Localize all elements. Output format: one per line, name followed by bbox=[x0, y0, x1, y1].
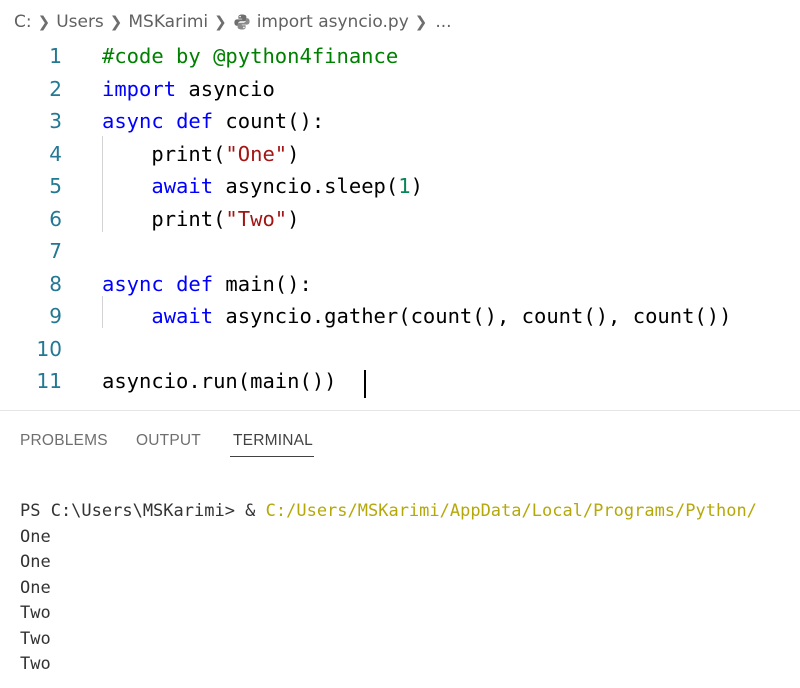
terminal-output-line: Two bbox=[20, 629, 51, 649]
code-token-number: 1 bbox=[398, 174, 411, 198]
panel-tabs: PROBLEMS OUTPUT TERMINAL bbox=[0, 420, 800, 466]
code-text: print("Two") bbox=[102, 203, 299, 235]
code-token-keyword: import bbox=[102, 76, 177, 101]
line-number: 9 bbox=[49, 304, 62, 328]
terminal[interactable]: PS C:\Users\MSKarimi> & C:/Users/MSKarim… bbox=[0, 498, 800, 688]
code-token-plain: print( bbox=[102, 206, 226, 231]
code-token-keyword: async bbox=[102, 109, 164, 133]
breadcrumb-item-drive[interactable]: C: bbox=[14, 12, 32, 32]
tab-terminal[interactable]: TERMINAL bbox=[233, 432, 313, 450]
code-token-keyword: await bbox=[151, 304, 214, 328]
terminal-output-line: One bbox=[20, 578, 51, 598]
code-token-keyword: def bbox=[176, 109, 214, 133]
code-token-string: "One" bbox=[225, 141, 288, 166]
line-number: 1 bbox=[49, 44, 62, 68]
line-number: 8 bbox=[49, 271, 62, 296]
code-token-plain: main(): bbox=[213, 271, 312, 296]
line-number: 5 bbox=[49, 174, 62, 198]
terminal-prompt: PS C:\Users\MSKarimi> & bbox=[20, 501, 266, 521]
code-token-keyword: async bbox=[102, 271, 164, 296]
line-number: 7 bbox=[49, 239, 62, 263]
code-text: print("One") bbox=[102, 138, 299, 170]
code-text: await asyncio.sleep(1) bbox=[102, 170, 423, 202]
python-file-icon bbox=[233, 13, 251, 31]
breadcrumb: C: ❯ Users ❯ MSKarimi ❯ import asyncio.p… bbox=[0, 0, 800, 44]
code-token-keyword: def bbox=[176, 271, 214, 296]
code-text: #code by @python4finance bbox=[102, 40, 398, 72]
code-token-plain: asyncio bbox=[176, 76, 275, 101]
text-cursor bbox=[364, 370, 366, 398]
code-token-plain: print( bbox=[102, 141, 226, 166]
code-token-plain: asyncio.sleep( bbox=[213, 174, 399, 198]
code-token-comment: #code by @python4finance bbox=[102, 44, 399, 68]
terminal-prompt-line: PS C:\Users\MSKarimi> & C:/Users/MSKarim… bbox=[20, 498, 757, 524]
code-text: await asyncio.gather(count(), count(), c… bbox=[102, 300, 731, 332]
code-editor[interactable]: 1 #code by @python4finance 2 import asyncio… bbox=[0, 40, 800, 408]
code-token-string: "Two" bbox=[225, 206, 288, 231]
line-number: 3 bbox=[49, 109, 62, 133]
code-line[interactable]: 4 print("One") bbox=[0, 138, 800, 170]
breadcrumb-item-user-folder[interactable]: MSKarimi bbox=[128, 12, 208, 32]
line-number: 10 bbox=[36, 336, 62, 361]
terminal-output-line: One bbox=[20, 527, 51, 547]
code-token-plain: ) bbox=[287, 206, 300, 231]
code-token-plain: ) bbox=[410, 174, 423, 198]
line-number: 6 bbox=[49, 206, 62, 231]
active-tab-indicator bbox=[230, 456, 314, 457]
code-line[interactable]: 11 asyncio.run(main()) bbox=[0, 365, 800, 397]
code-line[interactable]: 6 print("Two") bbox=[0, 203, 800, 235]
code-token-keyword: await bbox=[151, 174, 214, 198]
code-line[interactable]: 5 await asyncio.sleep(1) bbox=[0, 170, 800, 202]
breadcrumb-item-file[interactable]: import asyncio.py bbox=[257, 12, 409, 32]
terminal-command-path: C:/Users/MSKarimi/AppData/Local/Programs… bbox=[265, 501, 757, 521]
code-line[interactable]: 9 await asyncio.gather(count(), count(),… bbox=[0, 300, 800, 332]
code-line[interactable]: 10 bbox=[0, 333, 800, 365]
breadcrumb-item-users[interactable]: Users bbox=[56, 12, 104, 32]
code-text: asyncio.run(main()) bbox=[102, 365, 337, 397]
terminal-output-line: One bbox=[20, 552, 51, 572]
code-text: async def main(): bbox=[102, 268, 312, 300]
line-number: 4 bbox=[49, 141, 62, 166]
code-line[interactable]: 2 import asyncio bbox=[0, 73, 800, 105]
line-number: 11 bbox=[36, 369, 62, 393]
code-line[interactable]: 3 async def count(): bbox=[0, 105, 800, 137]
line-number: 2 bbox=[49, 76, 62, 101]
code-token-plain: ) bbox=[287, 141, 300, 166]
code-token-plain: asyncio.run(main()) bbox=[102, 369, 337, 393]
terminal-output-line: Two bbox=[20, 654, 51, 674]
terminal-output-line: Two bbox=[20, 603, 51, 623]
code-line[interactable]: 1 #code by @python4finance bbox=[0, 40, 800, 72]
tab-output[interactable]: OUTPUT bbox=[136, 432, 201, 450]
breadcrumb-item-symbols[interactable]: ... bbox=[435, 12, 451, 32]
chevron-right-icon: ❯ bbox=[414, 13, 428, 31]
code-token-plain: count(): bbox=[213, 109, 325, 133]
code-line[interactable]: 8 async def main(): bbox=[0, 268, 800, 300]
code-token-plain: asyncio.gather(count(), count(), count()… bbox=[213, 304, 732, 328]
chevron-right-icon: ❯ bbox=[109, 13, 123, 31]
chevron-right-icon: ❯ bbox=[214, 13, 227, 31]
code-line[interactable]: 7 bbox=[0, 235, 800, 267]
tab-problems[interactable]: PROBLEMS bbox=[20, 432, 108, 450]
code-text: async def count(): bbox=[102, 105, 324, 137]
code-text: import asyncio bbox=[102, 73, 275, 105]
panel-divider bbox=[0, 410, 800, 411]
chevron-right-icon: ❯ bbox=[37, 13, 51, 31]
